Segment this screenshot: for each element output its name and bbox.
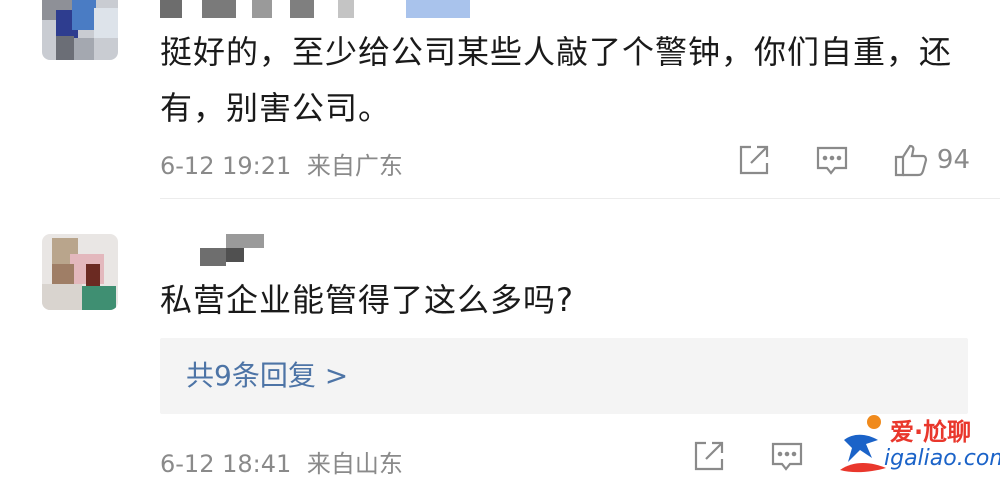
like-icon (893, 142, 929, 178)
avatar[interactable] (42, 234, 118, 310)
comment-location: 来自广东 (306, 152, 403, 180)
comment-actions (648, 436, 804, 476)
divider (160, 198, 1000, 199)
comment-date: 6-12 19:21 (160, 152, 292, 180)
watermark-url: igaliao.com (884, 446, 1000, 471)
comment-text: 私营企业能管得了这么多吗? (160, 281, 574, 319)
comment-actions: 94 (693, 140, 970, 180)
share-button[interactable] (692, 439, 726, 473)
reply-button[interactable] (815, 143, 849, 177)
comment-icon (770, 439, 804, 473)
share-button[interactable] (737, 143, 771, 177)
watermark-title: 爱·尬聊 (890, 418, 972, 446)
like-count: 94 (936, 145, 970, 175)
reply-button[interactable] (770, 439, 804, 473)
comment-meta: 6-12 18:41 来自山东 (160, 444, 411, 479)
share-icon (737, 143, 771, 177)
share-icon (692, 439, 726, 473)
comment-icon (815, 143, 849, 177)
avatar[interactable] (42, 0, 118, 60)
comment-text: 挺好的，至少给公司某些人敲了个警钟，你们自重，还有，别害公司。 (160, 33, 953, 127)
comment-meta: 6-12 19:21 来自广东 (160, 146, 411, 181)
watermark-logo-icon (840, 415, 886, 473)
like-button[interactable]: 94 (893, 142, 970, 178)
comment-location: 来自山东 (306, 450, 403, 478)
view-replies-link[interactable]: 共9条回复 > (160, 338, 968, 414)
site-watermark: 爱·尬聊 igaliao.com (838, 408, 1000, 478)
comment-date: 6-12 18:41 (160, 450, 292, 478)
